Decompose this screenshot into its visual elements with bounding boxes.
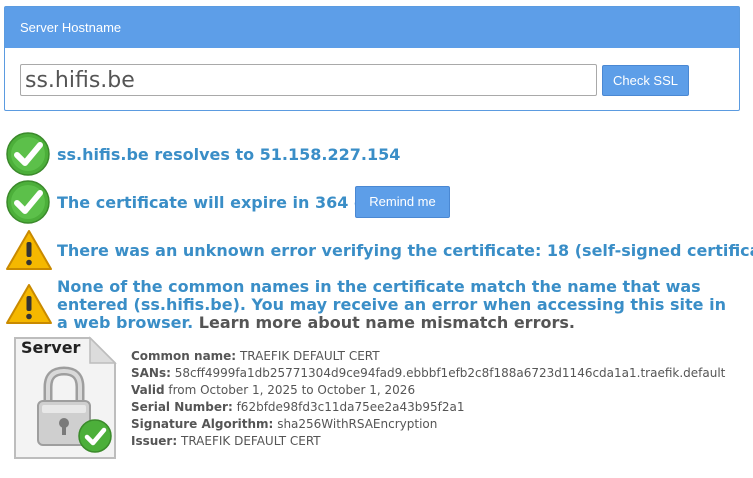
check-ssl-button[interactable]: Check SSL <box>602 65 689 96</box>
unknown-error-text: There was an unknown error verifying the… <box>57 241 753 260</box>
valid-row: Valid from October 1, 2025 to October 1,… <box>131 382 725 399</box>
learn-more-link[interactable]: Learn more about name mismatch errors. <box>199 313 575 332</box>
sans-row: SANs: 58cff4999fa1db25771304d9ce94fad9.e… <box>131 365 725 382</box>
sigalg-row: Signature Algorithm: sha256WithRSAEncryp… <box>131 416 725 433</box>
sigalg-label: Signature Algorithm: <box>131 417 274 431</box>
sans-value: 58cff4999fa1db25771304d9ce94fad9.ebbbf1e… <box>174 366 726 380</box>
panel-header: Server Hostname <box>5 7 739 48</box>
serial-label: Serial Number: <box>131 400 233 414</box>
sans-label: SANs: <box>131 366 171 380</box>
issuer-row: Issuer: TRAEFIK DEFAULT CERT <box>131 433 725 450</box>
issuer-value: TRAEFIK DEFAULT CERT <box>180 434 321 448</box>
check-circle-icon <box>6 132 50 176</box>
hostname-input[interactable] <box>20 64 597 96</box>
common-name-row: Common name: TRAEFIK DEFAULT CERT <box>131 348 725 365</box>
mismatch-paragraph: None of the common names in the certific… <box>57 278 737 332</box>
serial-row: Serial Number: f62bfde98fd3c11da75ee2a43… <box>131 399 725 416</box>
resolves-text: ss.hifis.be resolves to 51.158.227.154 <box>57 145 401 164</box>
remind-me-button[interactable]: Remind me <box>355 186 450 218</box>
sigalg-value: sha256WithRSAEncryption <box>277 417 438 431</box>
valid-value: from October 1, 2025 to October 1, 2026 <box>168 383 416 397</box>
serial-value: f62bfde98fd3c11da75ee2a43b95f2a1 <box>236 400 465 414</box>
common-name-value: TRAEFIK DEFAULT CERT <box>239 349 380 363</box>
hostname-panel: Server Hostname Check SSL <box>4 6 740 111</box>
warning-triangle-icon <box>6 230 52 270</box>
server-icon-label: Server <box>21 338 81 357</box>
expiry-text: The certificate will expire in 364 days. <box>57 193 402 212</box>
valid-label: Valid <box>131 383 165 397</box>
certificate-details: Common name: TRAEFIK DEFAULT CERT SANs: … <box>131 348 725 450</box>
issuer-label: Issuer: <box>131 434 178 448</box>
warning-triangle-icon <box>6 284 52 324</box>
common-name-label: Common name: <box>131 349 237 363</box>
check-circle-icon <box>6 180 50 224</box>
